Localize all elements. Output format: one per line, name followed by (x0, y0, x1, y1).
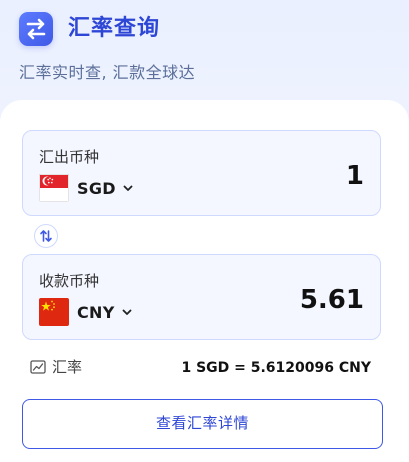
from-amount-input[interactable]: 1 (346, 159, 364, 193)
swap-currencies-button[interactable] (34, 224, 58, 248)
to-currency-label: 收款币种 (39, 272, 100, 290)
from-currency-code: SGD (77, 178, 116, 198)
view-rate-details-button[interactable]: 查看汇率详情 (22, 399, 383, 449)
china-flag-icon (39, 298, 69, 326)
from-currency-select[interactable]: SGD (39, 173, 134, 203)
to-currency-code: CNY (77, 302, 115, 322)
from-currency-field[interactable]: 汇出币种 SGD 1 (22, 130, 381, 216)
exchange-rate-value: 1 SGD = 5.6120096 CNY (181, 360, 371, 376)
to-amount-value: 5.61 (299, 285, 364, 315)
line-chart-icon (30, 360, 46, 374)
chevron-down-icon (123, 185, 133, 191)
page-subtitle: 汇率实时查, 汇款全球达 (19, 63, 196, 82)
chevron-down-icon (122, 309, 132, 315)
to-currency-field[interactable]: 收款币种 CNY 5.61 (22, 254, 381, 340)
exchange-icon (19, 12, 53, 46)
exchange-rate-label: 汇率 (52, 358, 83, 376)
exchange-rate-row: 汇率 1 SGD = 5.6120096 CNY (30, 356, 375, 380)
singapore-flag-icon (39, 174, 69, 202)
page-title: 汇率查询 (68, 16, 161, 41)
header: 汇率查询 汇率实时查, 汇款全球达 (0, 0, 409, 96)
swap-vertical-icon (40, 230, 52, 242)
to-currency-select[interactable]: CNY (39, 297, 133, 327)
from-currency-label: 汇出币种 (39, 148, 100, 166)
